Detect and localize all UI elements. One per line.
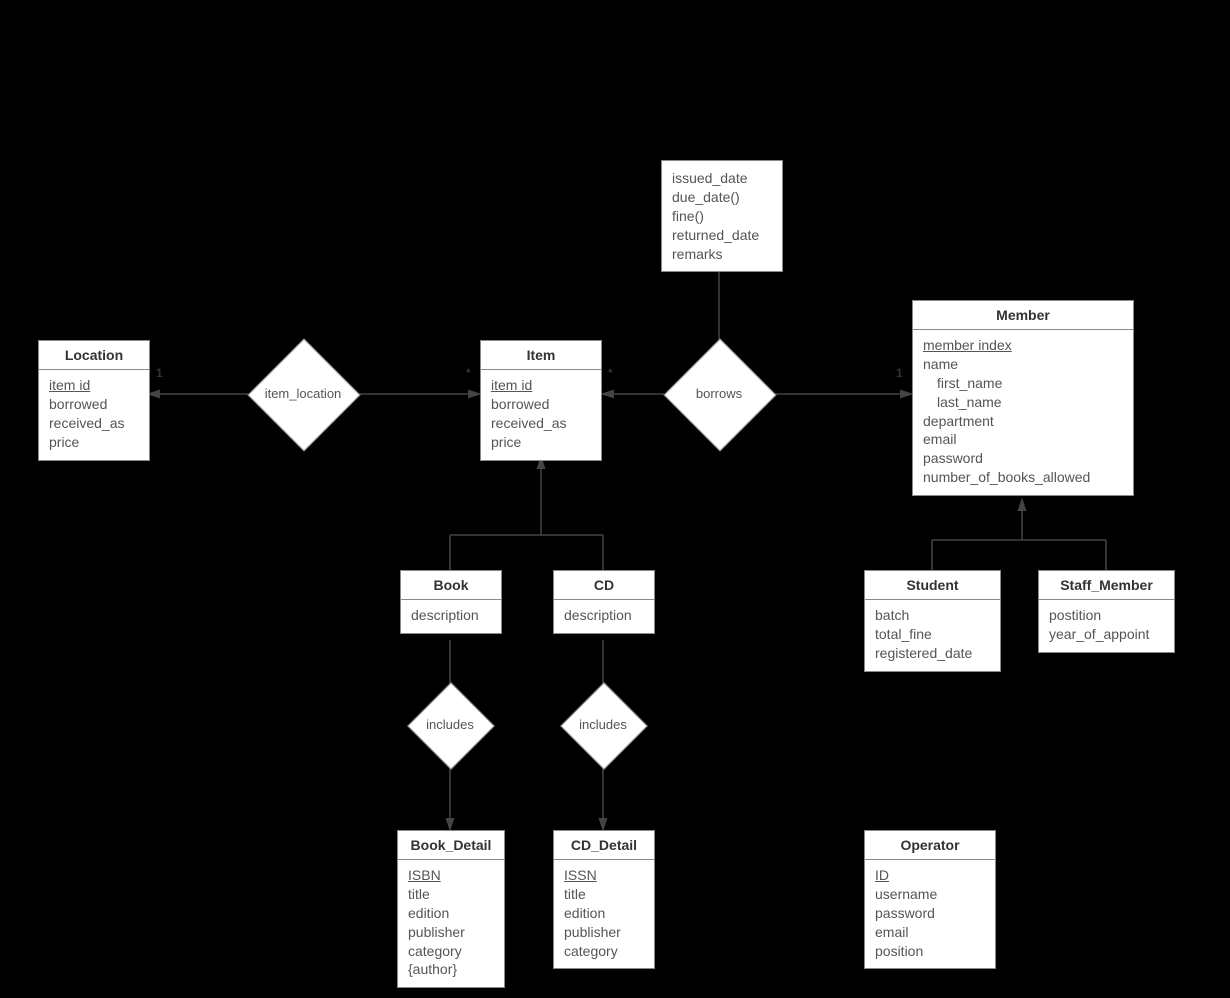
cardinality-item-right: * [608, 366, 613, 380]
entity-attrs: description [554, 600, 654, 633]
entity-title: Location [39, 341, 149, 370]
rel-includes-book-label: includes [415, 717, 485, 732]
attr: price [491, 433, 591, 452]
entity-attrs: ID username password email position [865, 860, 995, 968]
attr: price [49, 433, 139, 452]
entity-title: Member [913, 301, 1133, 330]
attr: password [875, 904, 985, 923]
attr: number_of_books_allowed [923, 468, 1123, 487]
attr: registered_date [875, 644, 990, 663]
entity-title: Operator [865, 831, 995, 860]
entity-operator: Operator ID username password email posi… [864, 830, 996, 969]
attr-pk: ISBN [408, 866, 494, 885]
attr-pk: member index [923, 336, 1123, 355]
attr: publisher [408, 923, 494, 942]
attr: category [564, 942, 644, 961]
rel-item-location-label: item_location [253, 386, 353, 401]
attr: batch [875, 606, 990, 625]
attr: fine() [672, 207, 772, 226]
entity-cd-detail: CD_Detail ISSN title edition publisher c… [553, 830, 655, 969]
entity-attrs: postition year_of_appoint [1039, 600, 1174, 652]
entity-attrs: ISBN title edition publisher category {a… [398, 860, 504, 987]
attr-pk: ID [875, 866, 985, 885]
er-diagram-canvas: issued_date due_date() fine() returned_d… [0, 0, 1230, 998]
entity-book: Book description [400, 570, 502, 634]
attr: returned_date [672, 226, 772, 245]
entity-cd: CD description [553, 570, 655, 634]
attr: category [408, 942, 494, 961]
borrows-attributes-box: issued_date due_date() fine() returned_d… [661, 160, 783, 272]
attr: edition [408, 904, 494, 923]
attr-pk: ISSN [564, 866, 644, 885]
attr: title [408, 885, 494, 904]
cardinality-location: 1 [156, 366, 163, 380]
attr-sub: last_name [923, 393, 1123, 412]
attr: year_of_appoint [1049, 625, 1164, 644]
entity-title: CD [554, 571, 654, 600]
attr: total_fine [875, 625, 990, 644]
entity-book-detail: Book_Detail ISBN title edition publisher… [397, 830, 505, 988]
entity-item: Item item id borrowed received_as price [480, 340, 602, 461]
entity-member: Member member index name first_name last… [912, 300, 1134, 496]
attr: password [923, 449, 1123, 468]
attr: publisher [564, 923, 644, 942]
attr: title [564, 885, 644, 904]
entity-attrs: item id borrowed received_as price [481, 370, 601, 460]
cardinality-item-left: * [466, 366, 471, 380]
attr: postition [1049, 606, 1164, 625]
entity-title: Book_Detail [398, 831, 504, 860]
attr: edition [564, 904, 644, 923]
entity-staff-member: Staff_Member postition year_of_appoint [1038, 570, 1175, 653]
attr-sub: first_name [923, 374, 1123, 393]
entity-attrs: batch total_fine registered_date [865, 600, 1000, 671]
attr-pk: item id [49, 376, 139, 395]
attr: email [875, 923, 985, 942]
attr: name [923, 355, 1123, 374]
attr: borrowed [49, 395, 139, 414]
attr: department [923, 412, 1123, 431]
attr: received_as [49, 414, 139, 433]
entity-title: Student [865, 571, 1000, 600]
attr: issued_date [672, 169, 772, 188]
attr: {author} [408, 960, 494, 979]
rel-includes-cd-label: includes [568, 717, 638, 732]
attr: description [564, 606, 644, 625]
entity-title: Book [401, 571, 501, 600]
entity-title: Staff_Member [1039, 571, 1174, 600]
entity-title: CD_Detail [554, 831, 654, 860]
entity-student: Student batch total_fine registered_date [864, 570, 1001, 672]
entity-attrs: description [401, 600, 501, 633]
entity-attrs: member index name first_name last_name d… [913, 330, 1133, 495]
entity-title: Item [481, 341, 601, 370]
attr: received_as [491, 414, 591, 433]
attr: due_date() [672, 188, 772, 207]
attr: remarks [672, 245, 772, 264]
cardinality-member: 1 [896, 366, 903, 380]
attr-pk: item id [491, 376, 591, 395]
attr: description [411, 606, 491, 625]
entity-attrs: item id borrowed received_as price [39, 370, 149, 460]
entity-location: Location item id borrowed received_as pr… [38, 340, 150, 461]
rel-borrows-label: borrows [679, 386, 759, 401]
attr: email [923, 430, 1123, 449]
attr: borrowed [491, 395, 591, 414]
attr: position [875, 942, 985, 961]
entity-attrs: ISSN title edition publisher category [554, 860, 654, 968]
attr: username [875, 885, 985, 904]
